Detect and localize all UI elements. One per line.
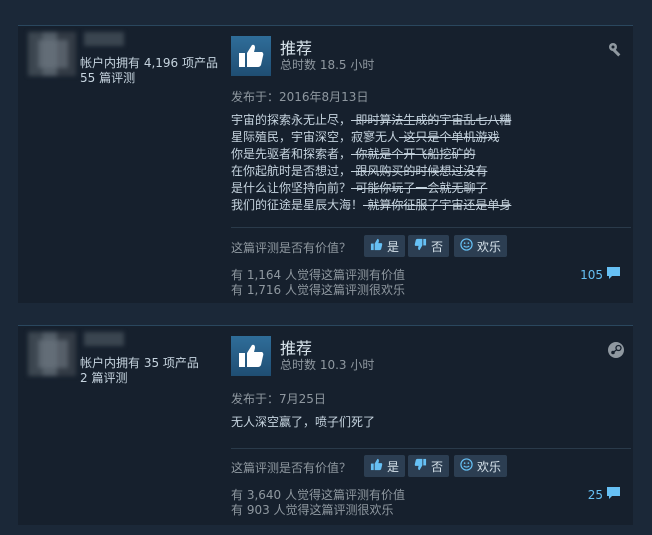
vote-no-label: 否: [431, 239, 444, 254]
comment-icon: [606, 266, 621, 283]
vote-yes-label: 是: [387, 239, 400, 254]
vote-no-label: 否: [431, 459, 444, 474]
posted-date: 发布于：2016年8月13日: [231, 90, 369, 104]
vote-yes-button[interactable]: 是: [364, 455, 406, 477]
vote-funny-label: 欢乐: [477, 239, 502, 254]
smiley-icon: [460, 238, 473, 254]
review-body: 宇宙的探索永无止尽，-即时算法生成的宇宙乱七八糟 星际殖民，宇宙深空，寂寥无人-…: [231, 112, 511, 214]
review-body: 无人深空赢了，喷子们死了: [231, 414, 375, 431]
vote-no-button[interactable]: 否: [408, 455, 450, 477]
thumbs-up-icon: [231, 336, 271, 376]
thumbs-down-icon: [414, 238, 427, 254]
comment-count: 105: [580, 267, 603, 282]
vote-funny-button[interactable]: 欢乐: [454, 235, 508, 257]
author-name[interactable]: [84, 32, 124, 46]
thumbs-up-icon: [231, 36, 271, 76]
divider: [231, 448, 631, 449]
vote-no-button[interactable]: 否: [408, 235, 450, 257]
thumbs-down-icon: [414, 458, 427, 474]
avatar[interactable]: [28, 332, 76, 376]
review-line: 宇宙的探索永无止尽，-即时算法生成的宇宙乱七八糟: [231, 113, 512, 127]
posted-date: 发布于：7月25日: [231, 392, 326, 406]
vote-funny-button[interactable]: 欢乐: [454, 455, 508, 477]
thumbs-up-icon: [370, 458, 383, 474]
review-line: 是什么让你坚持向前？-可能你玩了一会就无聊了: [231, 181, 488, 195]
vote-funny-label: 欢乐: [477, 459, 502, 474]
vote-yes-button[interactable]: 是: [364, 235, 406, 257]
review-line: 星际殖民，宇宙深空，寂寥无人-这只是个单机游戏: [231, 130, 500, 144]
comments-link[interactable]: 25: [588, 486, 621, 503]
comment-count: 25: [587, 487, 603, 502]
settings-icon[interactable]: [607, 41, 625, 59]
hours-played: 总时数 18.5 小时: [280, 58, 375, 72]
review-card: 帐户内拥有 35 项产品 2 篇评测 推荐 总时数 10.3 小时 发布于：7月…: [18, 325, 633, 525]
comments-link[interactable]: 105: [580, 266, 621, 283]
vote-yes-label: 是: [387, 459, 400, 474]
hours-played: 总时数 10.3 小时: [280, 358, 375, 372]
author-name[interactable]: [84, 332, 124, 346]
funny-count: 有 903 人觉得这篇评测很欢乐: [231, 503, 394, 517]
review-count[interactable]: 2 篇评测: [80, 369, 127, 386]
smiley-icon: [460, 458, 473, 474]
comment-icon: [606, 486, 621, 503]
helpful-question: 这篇评测是否有价值？: [231, 461, 352, 475]
steam-icon[interactable]: [607, 341, 625, 359]
avatar[interactable]: [28, 32, 76, 76]
review-line: 无人深空赢了，喷子们死了: [231, 415, 376, 429]
funny-count: 有 1,716 人觉得这篇评测很欢乐: [231, 283, 405, 297]
divider: [231, 227, 631, 228]
helpful-question: 这篇评测是否有价值？: [231, 241, 352, 255]
review-card: 帐户内拥有 4,196 项产品 55 篇评测 推荐 总时数 18.5 小时 发布…: [18, 25, 633, 303]
review-line: 在你起航时是否想过，-跟风购买的时候想过没有: [231, 164, 488, 178]
review-count[interactable]: 55 篇评测: [80, 69, 135, 86]
review-line: 你是先驱者和探索者，-你就是个开飞船挖矿的: [231, 147, 476, 161]
review-line: 我们的征途是星辰大海！-就算你征服了宇宙还是单身: [231, 198, 512, 212]
thumbs-up-icon: [370, 238, 383, 254]
